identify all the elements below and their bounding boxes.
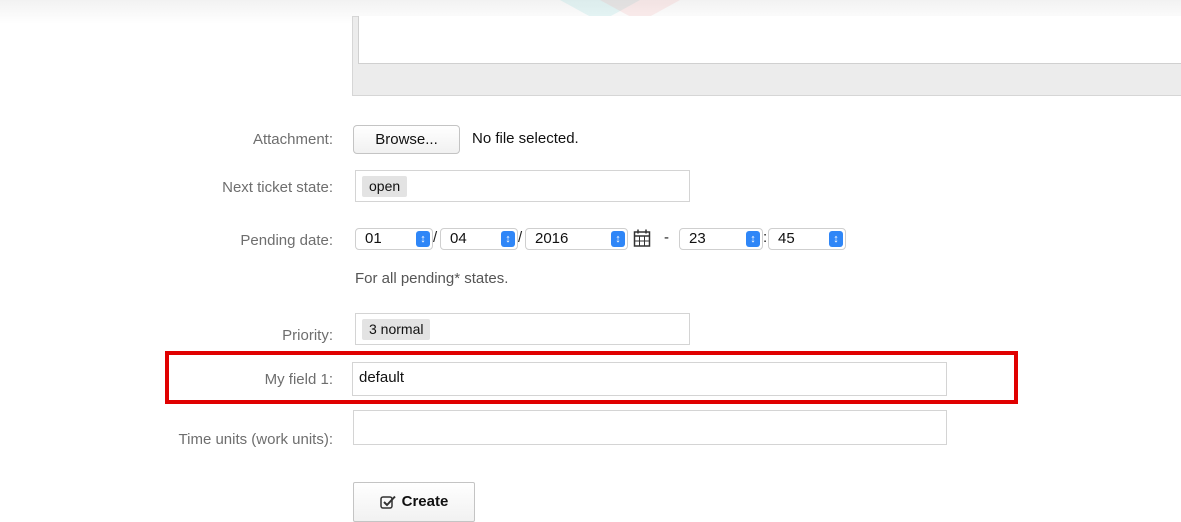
pending-day-value: 04 (450, 230, 467, 247)
next-state-select[interactable]: open (355, 170, 690, 202)
select-arrows-icon: ↕ (746, 231, 760, 247)
pending-month-value: 01 (365, 230, 382, 247)
date-time-separator: - (664, 229, 669, 246)
time-units-input[interactable] (353, 410, 947, 445)
pending-year-select[interactable]: 2016 ↕ (525, 228, 628, 250)
next-state-label: Next ticket state: (222, 179, 333, 196)
pending-day-select[interactable]: 04 ↕ (440, 228, 518, 250)
pending-hour-value: 23 (689, 230, 706, 247)
attachment-label: Attachment: (252, 131, 333, 148)
checkbox-check-icon (379, 495, 396, 509)
priority-select[interactable]: 3 normal (355, 313, 690, 345)
time-units-label: Time units (work units): (178, 431, 333, 448)
select-arrows-icon: ↕ (829, 231, 843, 247)
pending-hour-select[interactable]: 23 ↕ (679, 228, 763, 250)
select-arrows-icon: ↕ (501, 231, 515, 247)
pending-month-select[interactable]: 01 ↕ (355, 228, 433, 250)
pending-date-label: Pending date: (240, 232, 333, 249)
attachment-status: No file selected. (472, 130, 579, 147)
create-button[interactable]: Create (353, 482, 475, 522)
pending-minute-value: 45 (778, 230, 795, 247)
next-state-value: open (362, 176, 408, 197)
calendar-icon[interactable] (633, 228, 651, 248)
pending-year-value: 2016 (535, 230, 569, 247)
priority-label: Priority: (282, 327, 333, 344)
date-separator: / (518, 229, 523, 246)
browse-button[interactable]: Browse... (353, 125, 460, 154)
time-separator: : (763, 229, 768, 246)
pending-date-hint: For all pending* states. (355, 270, 509, 287)
date-separator: / (433, 229, 438, 246)
message-textarea-inner[interactable] (358, 16, 1181, 64)
select-arrows-icon: ↕ (416, 231, 430, 247)
select-arrows-icon: ↕ (611, 231, 625, 247)
pending-minute-select[interactable]: 45 ↕ (768, 228, 846, 250)
create-button-label: Create (401, 493, 449, 510)
highlight-box (165, 351, 1018, 404)
priority-value: 3 normal (362, 319, 431, 340)
